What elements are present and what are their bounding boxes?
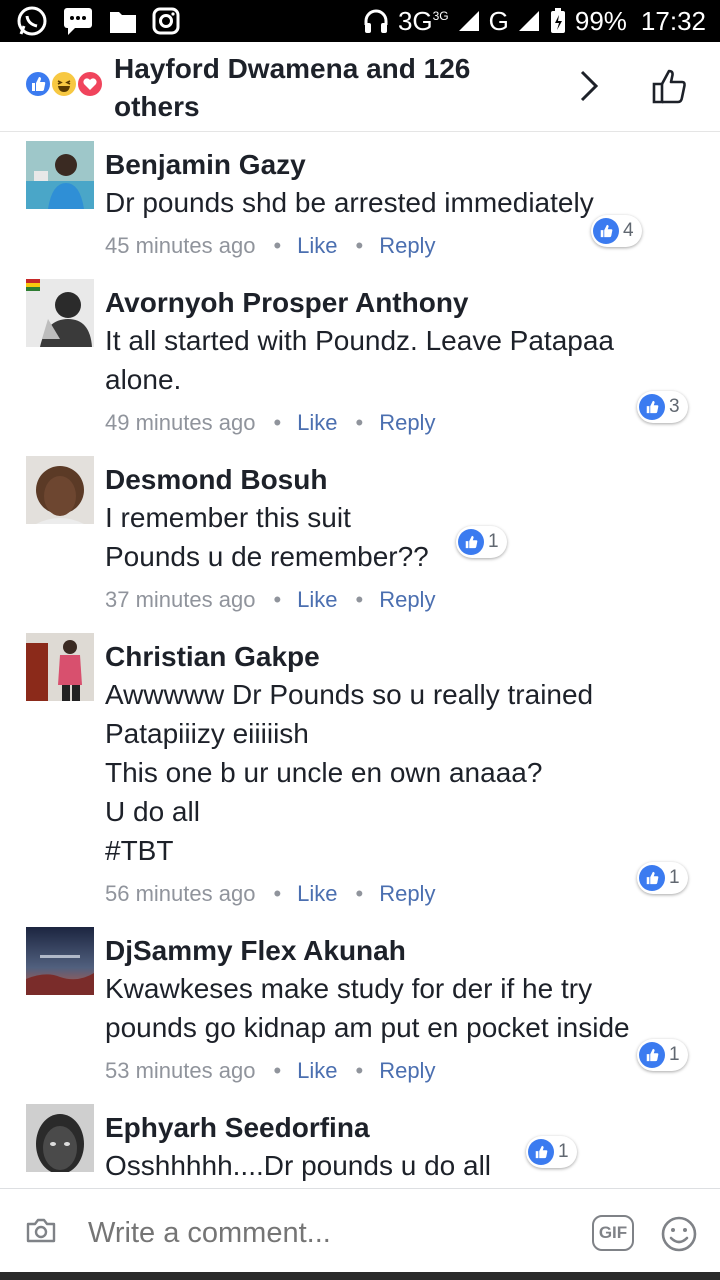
- comment-like-count: 1: [488, 531, 499, 552]
- reactions-summary[interactable]: Hayford Dwamena and 126 others: [114, 50, 534, 126]
- whatsapp-icon: [17, 6, 47, 36]
- avatar[interactable]: [26, 141, 94, 209]
- comment-text: I remember this suit Pounds u de remembe…: [105, 502, 429, 572]
- avatar[interactable]: [26, 927, 94, 995]
- gif-button[interactable]: GIF: [592, 1215, 634, 1251]
- signal-icon: [518, 11, 539, 31]
- comment-time: 49 minutes ago: [105, 410, 256, 435]
- comment-time: 53 minutes ago: [105, 1058, 256, 1083]
- comment-author[interactable]: Desmond Bosuh: [105, 464, 327, 496]
- comment-text: Osshhhhh....Dr pounds u do all: [105, 1150, 492, 1181]
- status-bar: 3G3G G 99% 17:32: [0, 0, 720, 42]
- comment-time: 45 minutes ago: [105, 233, 256, 258]
- like-link[interactable]: Like: [297, 1058, 337, 1083]
- comment-author[interactable]: Avornyoh Prosper Anthony: [105, 287, 469, 319]
- comment-list[interactable]: Benjamin Gazy Dr pounds shd be arrested …: [0, 133, 720, 1188]
- camera-icon[interactable]: [26, 1217, 56, 1243]
- messages-icon: [64, 8, 92, 35]
- comment-time: 37 minutes ago: [105, 587, 256, 612]
- avatar[interactable]: [26, 633, 94, 701]
- comment-author[interactable]: Benjamin Gazy: [105, 149, 306, 181]
- like-link[interactable]: Like: [297, 587, 337, 612]
- reaction-icons: [24, 70, 110, 100]
- battery-icon: [550, 8, 565, 33]
- folder-icon: [110, 12, 136, 33]
- haha-reaction-icon: [50, 70, 78, 98]
- comment-like-count: 3: [669, 396, 680, 417]
- like-reaction-icon: [24, 70, 52, 98]
- headphones-icon: [364, 9, 388, 33]
- comment-like-count-badge[interactable]: 1: [526, 1136, 577, 1168]
- comment-like-count-badge[interactable]: 4: [591, 215, 642, 247]
- network-type-sup: 3G: [432, 8, 449, 23]
- like-link[interactable]: Like: [297, 881, 337, 906]
- reply-link[interactable]: Reply: [379, 881, 435, 906]
- like-icon: [458, 529, 484, 555]
- nav-bar-edge: [0, 1272, 720, 1280]
- reply-link[interactable]: Reply: [379, 410, 435, 435]
- like-post-icon[interactable]: [648, 64, 692, 108]
- comment-text: Awwwww Dr Pounds so u really trained Pat…: [105, 679, 594, 866]
- love-reaction-icon: [76, 70, 104, 98]
- reply-link[interactable]: Reply: [379, 587, 435, 612]
- like-icon: [639, 394, 665, 420]
- comment-time: 56 minutes ago: [105, 881, 256, 906]
- like-icon: [639, 865, 665, 891]
- comment-like-count-badge[interactable]: 1: [456, 526, 507, 558]
- comment-like-count-badge[interactable]: 1: [637, 862, 688, 894]
- signal-icon: [458, 11, 479, 31]
- like-icon: [639, 1042, 665, 1068]
- comment-like-count: 1: [669, 867, 680, 888]
- comment-text: It all started with Poundz. Leave Patapa…: [105, 325, 614, 395]
- avatar[interactable]: [26, 279, 94, 347]
- comment-like-count: 1: [558, 1141, 569, 1162]
- comment-like-count-badge[interactable]: 3: [637, 391, 688, 423]
- comment-like-count: 4: [623, 220, 634, 241]
- comment-like-count-badge[interactable]: 1: [637, 1039, 688, 1071]
- chevron-right-icon[interactable]: [574, 68, 602, 104]
- comment-author[interactable]: Christian Gakpe: [105, 641, 320, 673]
- clock: 17:32: [640, 5, 706, 36]
- comment-author[interactable]: Ephyarh Seedorfina: [105, 1112, 370, 1144]
- comment-like-count: 1: [669, 1044, 680, 1065]
- avatar[interactable]: [26, 456, 94, 524]
- battery-percent: 99%: [574, 5, 627, 36]
- carrier-g: G: [488, 5, 509, 36]
- reply-link[interactable]: Reply: [379, 1058, 435, 1083]
- instagram-icon: [152, 7, 180, 35]
- reply-link[interactable]: Reply: [379, 233, 435, 258]
- comment-author[interactable]: DjSammy Flex Akunah: [105, 935, 406, 967]
- like-icon: [528, 1139, 554, 1165]
- avatar[interactable]: [26, 1104, 94, 1172]
- like-icon: [593, 218, 619, 244]
- network-type: 3G: [397, 5, 433, 36]
- like-link[interactable]: Like: [297, 410, 337, 435]
- comment-text: Kwawkeses make study for der if he try p…: [105, 973, 630, 1043]
- reactions-header[interactable]: Hayford Dwamena and 126 others: [0, 42, 720, 132]
- emoji-icon[interactable]: [660, 1215, 698, 1253]
- comment-composer: GIF: [0, 1188, 720, 1280]
- like-link[interactable]: Like: [297, 233, 337, 258]
- comment-input[interactable]: [88, 1213, 558, 1253]
